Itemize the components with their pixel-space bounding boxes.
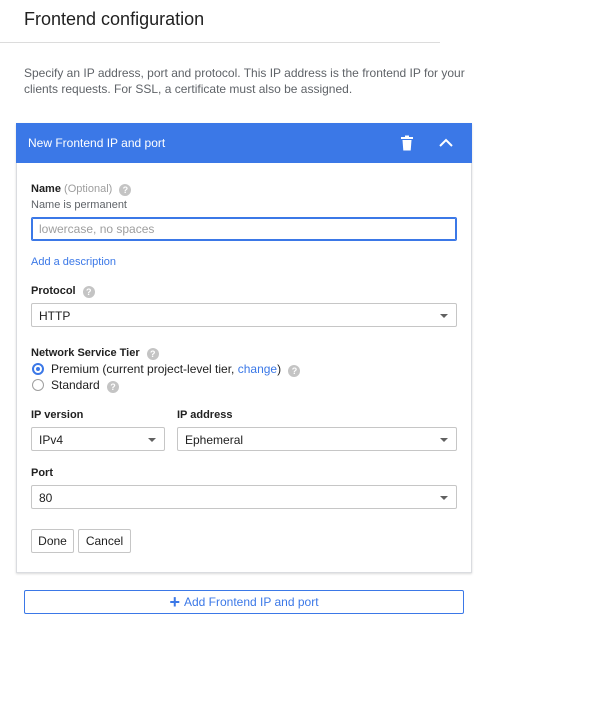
name-hint: Name is permanent — [31, 199, 127, 211]
help-icon[interactable]: ? — [119, 184, 132, 196]
trash-icon[interactable] — [400, 135, 414, 151]
add-frontend-button[interactable]: + Add Frontend IP and port — [24, 590, 464, 614]
port-value: 80 — [39, 491, 53, 505]
premium-suffix: ) — [277, 362, 282, 376]
done-button[interactable]: Done — [31, 529, 74, 553]
cancel-button[interactable]: Cancel — [78, 529, 131, 553]
help-icon[interactable]: ? — [82, 286, 95, 298]
ip-version-value: IPv4 — [39, 433, 64, 447]
panel-title: New Frontend IP and port — [28, 136, 166, 150]
port-label: Port — [31, 467, 53, 479]
standard-option-label: Standard ? — [51, 378, 120, 393]
dropdown-arrow-icon — [440, 314, 448, 318]
add-description-link[interactable]: Add a description — [31, 256, 116, 268]
ip-version-select[interactable]: IPv4 — [31, 427, 165, 451]
ip-address-value: Ephemeral — [185, 433, 244, 447]
name-label-row: Name (Optional) ? — [31, 183, 132, 196]
plus-icon: + — [169, 591, 180, 612]
page-title: Frontend configuration — [24, 9, 205, 29]
dropdown-arrow-icon — [148, 438, 156, 442]
port-select[interactable]: 80 — [31, 485, 457, 509]
add-frontend-label: Add Frontend IP and port — [183, 594, 319, 609]
intro-text: Specify an IP address, port and protocol… — [24, 66, 465, 96]
protocol-label-row: Protocol ? — [31, 285, 95, 298]
standard-text: Standard — [51, 378, 100, 392]
help-icon[interactable]: ? — [107, 381, 120, 393]
premium-text: Premium (current project-level tier, — [51, 362, 238, 376]
help-icon[interactable]: ? — [288, 365, 301, 377]
dropdown-arrow-icon — [440, 496, 448, 500]
name-label: Name — [31, 183, 61, 195]
protocol-select[interactable]: HTTP — [31, 303, 457, 327]
dropdown-arrow-icon — [440, 438, 448, 442]
frontend-panel: New Frontend IP and port Name (Optional)… — [16, 123, 472, 573]
ip-address-select[interactable]: Ephemeral — [177, 427, 457, 451]
standard-radio[interactable] — [32, 379, 44, 391]
ip-version-label: IP version — [31, 409, 84, 421]
premium-option-label: Premium (current project-level tier, cha… — [51, 362, 301, 377]
protocol-value: HTTP — [39, 309, 71, 323]
help-icon[interactable]: ? — [146, 348, 159, 360]
premium-radio[interactable] — [32, 363, 44, 375]
name-input[interactable] — [31, 217, 457, 241]
network-tier-label: Network Service Tier — [31, 347, 140, 359]
panel-header[interactable]: New Frontend IP and port — [16, 123, 472, 163]
page-header: Frontend configuration — [0, 0, 440, 43]
ip-address-label: IP address — [177, 409, 233, 421]
optional-label: (Optional) — [64, 183, 113, 195]
protocol-label: Protocol — [31, 285, 76, 297]
change-tier-link[interactable]: change — [238, 362, 277, 376]
network-tier-label-row: Network Service Tier ? — [31, 347, 159, 360]
chevron-up-icon[interactable] — [436, 133, 456, 153]
